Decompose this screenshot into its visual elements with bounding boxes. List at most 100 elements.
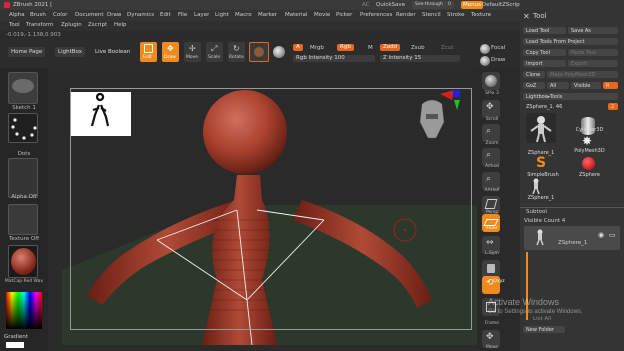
alpha-thumbnail[interactable] <box>8 158 38 198</box>
menu-picker[interactable]: Picker <box>336 12 352 18</box>
menu-zscript[interactable]: Zscript <box>88 22 107 28</box>
lightbox-button[interactable]: LightBox <box>55 47 85 57</box>
export-button[interactable]: Export <box>568 60 618 67</box>
save-as-button[interactable]: Save As <box>568 27 618 34</box>
xyz-label: Qxyz <box>493 279 505 284</box>
rotate-button[interactable]: ↻ Rotate <box>228 42 245 62</box>
menu-document[interactable]: Document <box>75 12 104 18</box>
see-through-slider[interactable]: See-through 0 <box>412 1 454 9</box>
edit-button[interactable]: Edit <box>140 42 157 62</box>
clone-button[interactable]: Clone <box>523 71 545 78</box>
menu-help[interactable]: Help <box>114 22 127 28</box>
new-folder-button[interactable]: New Folder <box>523 326 565 333</box>
frame-label: Frame <box>484 321 500 326</box>
scale-label: Scale <box>208 55 221 60</box>
tool-thumb-zsphere-1[interactable] <box>526 113 556 143</box>
load-tool-button[interactable]: Load Tool <box>523 27 566 34</box>
menu-marker[interactable]: Marker <box>258 12 277 18</box>
rgb-button[interactable]: Rgb <box>337 44 354 51</box>
scroll-button[interactable]: ✥ <box>482 100 500 118</box>
rgb-intensity-slider[interactable]: Rgb Intensity 100 <box>293 55 375 62</box>
alpha-label: Alpha Off <box>11 194 37 200</box>
document-frame <box>70 88 472 330</box>
menu-stencil[interactable]: Stencil <box>422 12 441 18</box>
ac-label[interactable]: AC <box>362 2 370 8</box>
menu-texture[interactable]: Texture <box>471 12 491 18</box>
list-all-button[interactable]: List All <box>533 316 551 322</box>
draw-button[interactable]: ✥ Draw <box>162 42 179 62</box>
subtool-visibility-eye-icon[interactable]: ◉ <box>598 231 604 239</box>
menu-light[interactable]: Light <box>215 12 229 18</box>
menu-alpha[interactable]: Alpha <box>9 12 25 18</box>
r-button[interactable]: R <box>603 82 618 89</box>
tool-thumb-simplebrush[interactable]: S <box>536 155 550 171</box>
all-button[interactable]: All <box>547 82 569 89</box>
zoom-button[interactable]: ⌕ <box>482 124 500 142</box>
menu-render[interactable]: Render <box>396 12 416 18</box>
menu-brush[interactable]: Brush <box>30 12 46 18</box>
rotate-label: Rotate <box>229 55 244 60</box>
default-zscript-button[interactable]: DefaultZScript <box>482 2 522 8</box>
menu-zplugin[interactable]: Zplugin <box>61 22 82 28</box>
menu-transform[interactable]: Transform <box>26 22 53 28</box>
subtool-folder-icon[interactable]: ▭ <box>609 231 616 239</box>
load-tools-from-project-button[interactable]: Load Tools From Project <box>523 38 618 45</box>
menu-preferences[interactable]: Preferences <box>360 12 392 18</box>
lightbox-tools-button[interactable]: Lightbox▸Tools <box>523 93 618 100</box>
zoom-label: Zoom <box>485 141 499 146</box>
draw-size-icon[interactable] <box>480 56 490 66</box>
make-polymesh3d-button[interactable]: Make PolyMesh3D <box>547 71 618 78</box>
paste-tool-button[interactable]: Paste Tool <box>568 49 618 56</box>
menu-tool[interactable]: Tool <box>9 22 20 28</box>
move-button[interactable]: ✢ Move <box>184 42 201 62</box>
menu-edit[interactable]: Edit <box>160 12 171 18</box>
menu-file[interactable]: File <box>178 12 187 18</box>
zadd-button[interactable]: Zadd <box>380 44 401 51</box>
m-button[interactable]: M <box>368 45 373 51</box>
goz-button[interactable]: GoZ <box>523 82 545 89</box>
home-page-button[interactable]: Home Page <box>8 47 46 57</box>
menu-movie[interactable]: Movie <box>314 12 330 18</box>
quicksave-button[interactable]: QuickSave <box>376 2 405 8</box>
brush-thumbnail[interactable] <box>8 72 38 104</box>
menu-layer[interactable]: Layer <box>194 12 209 18</box>
subtool-header[interactable]: Subtool <box>526 209 547 215</box>
spix-button[interactable] <box>482 72 500 90</box>
menu-macro[interactable]: Macro <box>235 12 252 18</box>
color-sphere-icon[interactable] <box>273 46 285 58</box>
menu-stroke[interactable]: Stroke <box>447 12 465 18</box>
menu-color[interactable]: Color <box>53 12 67 18</box>
color-picker[interactable] <box>6 292 42 329</box>
material-swatch[interactable] <box>249 42 269 62</box>
focal-shift-icon[interactable] <box>480 44 490 54</box>
tool-thumb-polymesh3d[interactable]: ✸ <box>582 134 596 148</box>
floor-icon <box>483 219 499 226</box>
material-thumbnail[interactable] <box>8 245 38 278</box>
menu-dynamics[interactable]: Dynamics <box>127 12 154 18</box>
draw-icon: ✥ <box>167 44 174 53</box>
zsub-button[interactable]: Zsub <box>411 45 425 51</box>
main-color-swatch[interactable] <box>6 342 24 348</box>
menu-material[interactable]: Material <box>285 12 307 18</box>
zcut-button[interactable]: Zcut <box>441 45 453 51</box>
texture-thumbnail[interactable] <box>8 204 38 235</box>
import-button[interactable]: Import <box>523 60 566 67</box>
subtool-item[interactable]: ZSphere_1 ◉ ▭ <box>524 226 620 250</box>
visible-button[interactable]: Visible <box>571 82 601 89</box>
z-intensity-slider[interactable]: Z Intensity 15 <box>380 55 460 62</box>
a-button[interactable]: A <box>293 44 303 51</box>
simplebrush-s-icon: S <box>536 155 547 171</box>
mrgb-button[interactable]: Mrgb <box>310 45 324 51</box>
scale-button[interactable]: ⤢ Scale <box>206 42 223 62</box>
color-picker-shade <box>6 292 42 329</box>
menus-button[interactable]: Menus <box>461 1 483 9</box>
stroke-thumbnail[interactable] <box>8 113 38 143</box>
tool-thumb-zsphere-1b[interactable] <box>526 178 546 195</box>
tool-thumb-zsphere[interactable] <box>582 157 596 171</box>
menu-draw[interactable]: Draw <box>107 12 121 18</box>
palette-close-icon[interactable]: ✕ <box>523 12 530 21</box>
copy-tool-button[interactable]: Copy Tool <box>523 49 566 56</box>
live-boolean-button[interactable]: Live Boolean <box>92 47 133 57</box>
window-title: ZBrush 2021 [ <box>13 2 53 8</box>
current-tool-name[interactable]: ZSphere_1. 46 <box>523 103 608 110</box>
